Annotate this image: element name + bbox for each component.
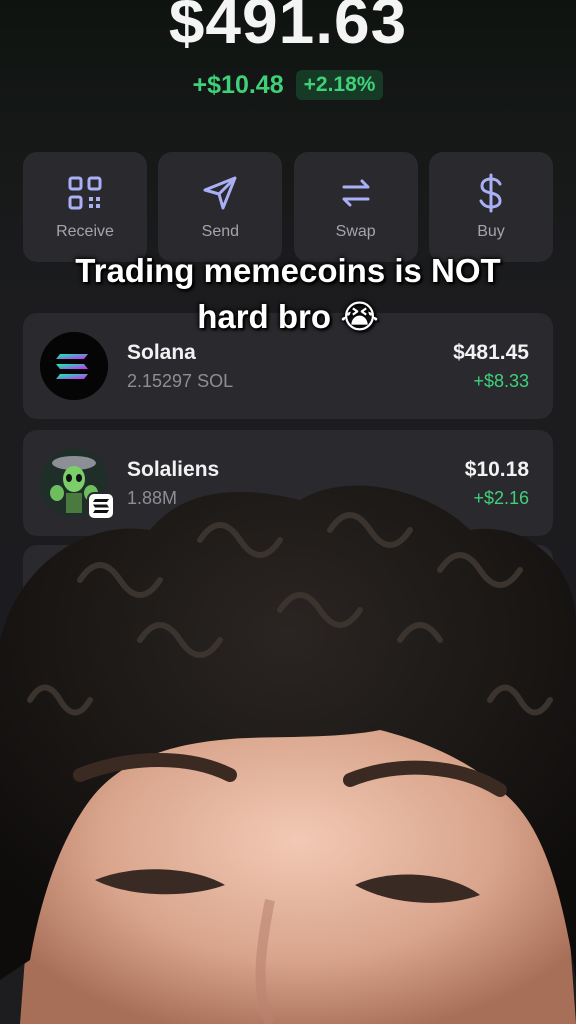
caption-line-2: hard bro 😭 bbox=[197, 298, 379, 335]
caption-line-1: Trading memecoins is NOT bbox=[75, 252, 501, 289]
video-caption: Trading memecoins is NOT hard bro 😭 bbox=[0, 248, 576, 340]
person-overlay bbox=[0, 485, 576, 1024]
wallet-screen: $491.63 +$10.48 +2.18% Receive Send Swap… bbox=[0, 0, 576, 1024]
